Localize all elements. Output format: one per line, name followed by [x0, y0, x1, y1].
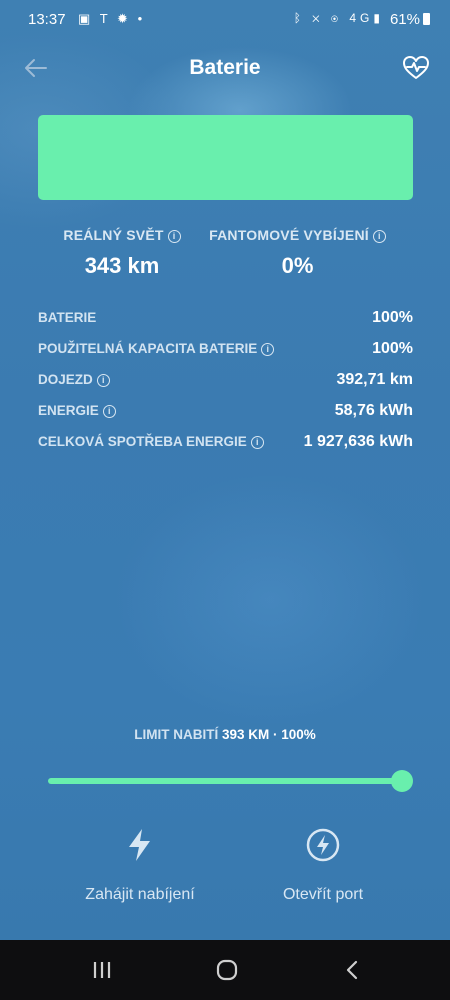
settings-icon: ✹ [117, 11, 131, 26]
lightning-bolt-icon [129, 829, 150, 861]
charge-limit-label: LIMIT NABITÍ 393 KM · 100% [0, 727, 450, 742]
info-icon[interactable]: i [102, 405, 116, 418]
info-icon[interactable]: i [167, 230, 181, 243]
top-bar: Baterie [0, 48, 450, 88]
recent-apps-icon[interactable] [90, 958, 114, 982]
battery-info-list: BATERIE 100% POUŽITELNÁ KAPACITA BATERIE… [38, 309, 413, 465]
battery-icon [423, 13, 430, 25]
notification-icons: ▣ T ✹ • [78, 11, 145, 27]
info-icon[interactable]: i [250, 436, 264, 449]
row-label: DOJEZD [38, 372, 93, 387]
charge-limit-slider[interactable] [48, 778, 402, 784]
tesla-icon: T [99, 11, 111, 26]
real-world-value: 343 km [84, 253, 160, 278]
real-world-label: REÁLNÝ SVĚT [63, 227, 164, 243]
back-icon[interactable] [341, 958, 365, 982]
row-value: 100% [372, 340, 413, 357]
4g-signal-icon: 4G▮ [349, 11, 384, 25]
bluetooth-icon: ᛒ [293, 11, 305, 25]
charge-limit-slider-handle[interactable] [391, 770, 413, 792]
dot-icon: • [137, 11, 146, 26]
list-item: ENERGIE i 58,76 kWh [38, 402, 413, 434]
row-value: 58,76 kWh [334, 402, 413, 419]
list-item: POUŽITELNÁ KAPACITA BATERIE i 100% [38, 340, 413, 372]
row-label: CELKOVÁ SPOTŘEBA ENERGIE [38, 434, 247, 449]
list-item: BATERIE 100% [38, 309, 413, 341]
home-icon[interactable] [215, 958, 239, 982]
info-icon[interactable]: i [261, 343, 275, 356]
open-port-button[interactable]: Otevřít port [228, 825, 418, 904]
hotspot-icon: ◉ [330, 11, 343, 25]
start-charging-label: Zahájit nabíjení [85, 886, 195, 903]
clock: 13:37 [28, 11, 66, 28]
status-bar: 13:37 ▣ T ✹ • ᛒ ✕ ◉ 4G▮ 61% [0, 0, 450, 38]
row-label: ENERGIE [38, 403, 99, 418]
charge-limit-value: 393 KM · 100% [221, 727, 316, 742]
row-value: 1 927,636 kWh [303, 433, 413, 450]
list-item: CELKOVÁ SPOTŘEBA ENERGIE i 1 927,636 kWh [38, 433, 413, 465]
start-charging-button[interactable]: Zahájit nabíjení [45, 825, 235, 904]
phantom-drain-stat: FANTOMOVÉ VYBÍJENÍ i 0% [205, 227, 390, 279]
real-world-stat: REÁLNÝ SVĚT i 343 km [62, 227, 182, 279]
row-label: POUŽITELNÁ KAPACITA BATERIE [38, 341, 258, 356]
row-value: 392,71 km [336, 371, 413, 388]
open-port-label: Otevřít port [282, 886, 364, 903]
charge-limit-title: LIMIT NABITÍ [134, 727, 219, 742]
list-item: DOJEZD i 392,71 km [38, 371, 413, 403]
battery-percent: 61% [389, 11, 420, 28]
info-icon[interactable]: i [96, 374, 110, 387]
page-title: Baterie [189, 56, 261, 79]
mute-icon: ✕ [312, 11, 324, 25]
image-icon: ▣ [78, 11, 94, 26]
system-navigation-bar [0, 940, 450, 1000]
info-icon[interactable]: i [372, 230, 386, 243]
heart-pulse-icon[interactable] [402, 54, 430, 82]
row-value: 100% [372, 309, 413, 326]
battery-level-bar [38, 115, 413, 200]
system-icons: ᛒ ✕ ◉ 4G▮ [294, 11, 384, 25]
phantom-drain-label: FANTOMOVÉ VYBÍJENÍ [209, 227, 369, 243]
row-label: BATERIE [38, 310, 97, 325]
phantom-drain-value: 0% [281, 253, 314, 278]
charge-port-icon [306, 828, 340, 862]
